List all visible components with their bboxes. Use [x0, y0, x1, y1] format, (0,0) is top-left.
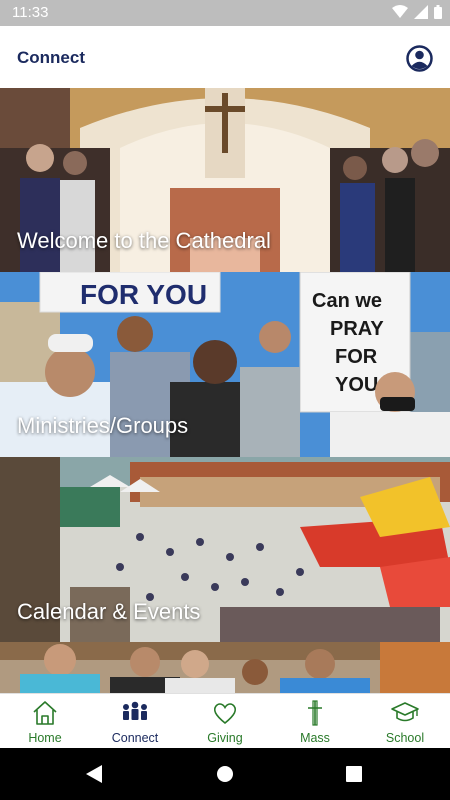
page-title: Connect: [17, 48, 85, 67]
nav-label: Mass: [300, 731, 330, 745]
nav-connect[interactable]: Connect: [90, 694, 180, 749]
profile-button[interactable]: [406, 45, 433, 72]
tile-community[interactable]: [0, 642, 450, 693]
nav-label: Home: [28, 731, 62, 745]
connect-tiles: Welcome to the Cathedral FOR YOU Can we P…: [0, 88, 450, 693]
nav-label: Giving: [207, 731, 243, 745]
nav-giving[interactable]: Giving: [180, 694, 270, 749]
recents-icon[interactable]: [346, 766, 362, 782]
nav-label: Connect: [111, 731, 159, 745]
heart-icon: [213, 703, 237, 725]
tile-label: Calendar & Events: [17, 599, 201, 624]
back-icon[interactable]: [86, 765, 102, 783]
tile-calendar-events[interactable]: Calendar & Events: [0, 457, 450, 642]
status-bar: 11:33: [0, 0, 450, 26]
graduation-cap-icon: [391, 702, 419, 722]
home-icon: [33, 701, 57, 725]
tile-welcome-cathedral[interactable]: Welcome to the Cathedral: [0, 88, 450, 272]
community-photo: [0, 642, 450, 693]
wifi-icon: [392, 5, 408, 18]
bottom-nav: Home Connect Giving Mass School: [0, 693, 450, 748]
status-time: 11:33: [12, 4, 49, 21]
battery-icon: [434, 5, 442, 19]
tile-label: Welcome to the Cathedral: [17, 228, 271, 253]
nav-label: School: [385, 731, 425, 745]
app-bar: Connect: [0, 26, 450, 88]
signal-icon: [414, 5, 428, 19]
tile-ministries-groups[interactable]: FOR YOU Can we PRAY FOR YOU Ministries/Grou…: [0, 272, 450, 457]
nav-mass[interactable]: Mass: [270, 694, 360, 749]
status-icons: [392, 5, 442, 19]
people-icon: [123, 701, 147, 720]
nav-school[interactable]: School: [360, 694, 450, 749]
system-nav-bar: [0, 748, 450, 800]
home-circle-icon[interactable]: [216, 765, 234, 783]
nav-home[interactable]: Home: [0, 694, 90, 749]
tile-label: Ministries/Groups: [17, 413, 189, 438]
cross-icon: [308, 700, 322, 726]
sign-left-text: FOR YOU: [80, 279, 207, 310]
